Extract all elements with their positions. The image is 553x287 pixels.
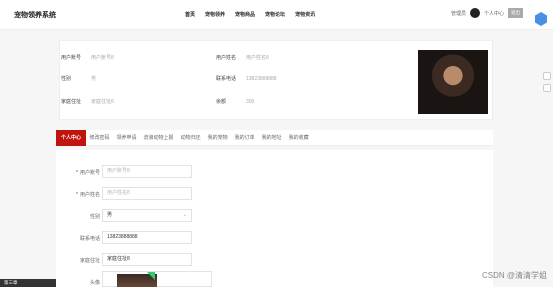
logout-button[interactable]: 退出 xyxy=(508,8,523,18)
gender-select[interactable]: 男 ⌄ xyxy=(102,209,192,222)
avatar-upload[interactable] xyxy=(102,271,212,287)
watermark: CSDN @清清学姐 xyxy=(481,271,547,280)
profile-tabs: 个人中心 修改密码 领养申请 流浪动物上报 动物归还 我的宠物 我的订单 我的地… xyxy=(56,129,493,146)
tool-icon[interactable] xyxy=(543,72,551,80)
address-input[interactable]: 家庭住址8 xyxy=(102,253,192,266)
nav-home[interactable]: 首页 xyxy=(185,11,195,18)
footer-bar: 第三章 xyxy=(0,279,56,287)
info-account: 用户账号 用户账号8 xyxy=(61,55,114,61)
info-address: 家庭住址 家庭住址8 xyxy=(61,99,114,105)
phone-input[interactable]: 13823888888 xyxy=(102,231,192,244)
info-gender: 性别男 xyxy=(61,76,97,82)
site-logo[interactable]: 宠物领养系统 xyxy=(14,10,56,20)
tab-animal-return[interactable]: 动物归还 xyxy=(177,130,204,146)
tab-stray-report[interactable]: 流浪动物上报 xyxy=(140,130,177,146)
tab-my-address[interactable]: 我的地址 xyxy=(258,130,285,146)
tab-change-password[interactable]: 修改密码 xyxy=(86,130,113,146)
tab-my-orders[interactable]: 我的订单 xyxy=(231,130,258,146)
profile-form: * 用户账号 用户账号8 * 用户姓名 用户姓名8 性别 男 ⌄ 联系电话 1382… xyxy=(56,150,493,287)
nav-adopt[interactable]: 宠物领养 xyxy=(205,11,225,18)
name-input[interactable]: 用户姓名8 xyxy=(102,187,192,200)
tab-personal-center[interactable]: 个人中心 xyxy=(56,129,87,146)
main-nav: 首页 宠物领养 宠物商品 宠物论坛 宠物资讯 xyxy=(185,11,315,18)
username: 管理员 xyxy=(450,10,466,17)
nav-news[interactable]: 宠物资讯 xyxy=(295,11,315,18)
info-balance: 余额 300 xyxy=(216,99,255,105)
profile-card: 用户账号 用户账号8 用户姓名 用户姓名8 性别男 联系电话 13823888888 … xyxy=(59,40,493,120)
tab-my-pets[interactable]: 我的宠物 xyxy=(204,130,231,146)
tab-my-favorites[interactable]: 我的收藏 xyxy=(285,130,312,146)
chevron-down-icon: ⌄ xyxy=(182,212,187,218)
account-input[interactable]: 用户账号8 xyxy=(102,165,192,178)
avatar[interactable] xyxy=(469,8,480,18)
info-phone: 联系电话 13823888888 xyxy=(216,76,277,82)
upload-success-icon xyxy=(147,272,155,280)
info-name: 用户姓名 用户姓名8 xyxy=(216,55,269,61)
nav-forum[interactable]: 宠物论坛 xyxy=(265,11,285,18)
user-center-link[interactable]: 个人中心 xyxy=(484,10,504,17)
nav-goods[interactable]: 宠物商品 xyxy=(235,11,255,18)
tab-adopt-apply[interactable]: 领养申请 xyxy=(113,130,140,146)
profile-photo xyxy=(418,50,488,114)
user-area: 管理员 个人中心 退出 xyxy=(451,8,523,18)
top-navbar: 宠物领养系统 首页 宠物领养 宠物商品 宠物论坛 宠物资讯 管理员 个人中心 退… xyxy=(0,0,553,30)
tool-icon[interactable] xyxy=(543,84,551,92)
